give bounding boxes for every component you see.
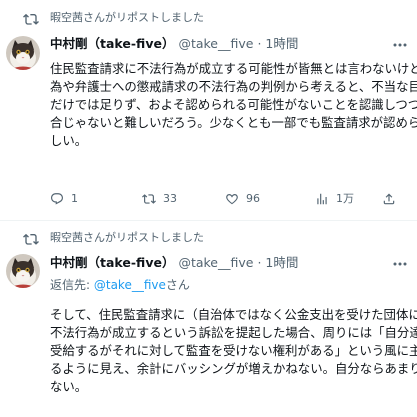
- reply-suffix: さん: [165, 278, 190, 292]
- tweet-card[interactable]: 暇空茜さんがリポストしました 中村剛（take-five） @take__fiv…: [0, 0, 417, 221]
- tweet-body-line: だけでは足りず、およそ認められる可能性がないことを認識しつつやった場: [50, 97, 417, 112]
- retweet-label[interactable]: 暇空茜さんがリポストしました: [50, 230, 204, 246]
- tweet-header: 中村剛（take-five） @take__five · 1時間: [50, 35, 410, 53]
- avatar[interactable]: [6, 36, 40, 70]
- tweet-body-line: そして、住民監査請求に（自治体ではなく公金支出を受けた団体に対して）: [50, 307, 417, 322]
- avatar[interactable]: [6, 254, 40, 288]
- views-button[interactable]: 1万: [315, 190, 354, 208]
- tweet-body-line: 受給するがそれに対して監査を受けない権利がある」という風に主張してい: [50, 343, 417, 358]
- like-count: 96: [246, 192, 260, 205]
- reply-button[interactable]: 1: [50, 190, 78, 208]
- more-icon[interactable]: [391, 36, 409, 54]
- user-handle[interactable]: @take__five: [178, 255, 253, 270]
- tweet-body-line: しい。: [50, 133, 88, 148]
- reply-mention-link[interactable]: @take__five: [94, 278, 166, 292]
- share-icon: [383, 193, 395, 205]
- display-name[interactable]: 中村剛（take-five）: [50, 255, 174, 270]
- retweet-indicator: 暇空茜さんがリポストしました: [0, 10, 417, 26]
- tweet-body-line: 合じゃないと難しいだろう。少なくとも一部でも監査請求が認められたら厳: [50, 115, 417, 130]
- more-icon[interactable]: [391, 255, 409, 273]
- tweet-body-line: 住民監査請求に不法行為が成立する可能性が皆無とは言わないけど、提訴行: [50, 61, 417, 76]
- tweet-body: そして、住民監査請求に（自治体ではなく公金支出を受けた団体に対して） 不法行為が…: [50, 306, 417, 396]
- reply-prefix: 返信先:: [50, 278, 94, 292]
- repost-icon: [142, 194, 156, 204]
- separator-dot: ·: [257, 36, 262, 51]
- reply-count: 1: [71, 192, 78, 205]
- repost-icon: [23, 233, 39, 245]
- timestamp[interactable]: 1時間: [265, 255, 298, 270]
- like-button[interactable]: 96: [225, 190, 260, 208]
- timeline-feed: 暇空茜さんがリポストしました 中村剛（take-five） @take__fiv…: [0, 0, 417, 417]
- user-handle[interactable]: @take__five: [178, 36, 253, 51]
- tweet-body-line: 不法行為が成立するという訴訟を提起した場合、周りには「自分達は公金を: [50, 325, 417, 340]
- display-name[interactable]: 中村剛（take-five）: [50, 36, 174, 51]
- tweet-actions: 1 33 96 1万: [50, 190, 410, 208]
- views-icon: [317, 193, 327, 205]
- separator-dot: ·: [257, 255, 262, 270]
- timestamp[interactable]: 1時間: [265, 36, 298, 51]
- repost-count: 33: [163, 192, 177, 205]
- like-icon: [226, 194, 238, 205]
- retweet-label[interactable]: 暇空茜さんがリポストしました: [50, 10, 204, 26]
- tweet-body-line: るように見え、余計にバッシングが増えかねない。自分ならあまりお勧めし: [50, 361, 417, 376]
- tweet-header: 中村剛（take-five） @take__five · 1時間: [50, 254, 410, 272]
- views-count: 1万: [336, 192, 354, 205]
- avatar-cat-image: [6, 36, 40, 70]
- repost-button[interactable]: 33: [142, 190, 177, 208]
- retweet-indicator: 暇空茜さんがリポストしました: [0, 230, 417, 246]
- tweet-body-line: 為や弁護士への懲戒請求の不法行為の判例から考えると、不当な目的がある: [50, 79, 417, 94]
- reply-context: 返信先: @take__fiveさん: [50, 276, 190, 294]
- share-button[interactable]: [382, 190, 396, 208]
- avatar-cat-image: [6, 254, 40, 288]
- tweet-body: 住民監査請求に不法行為が成立する可能性が皆無とは言わないけど、提訴行 為や弁護士…: [50, 60, 417, 150]
- repost-icon: [23, 13, 39, 25]
- tweet-body-line: ない。: [50, 379, 88, 394]
- tweet-card[interactable]: 暇空茜さんがリポストしました 中村剛（take-five） @take__fiv…: [0, 221, 417, 417]
- reply-icon: [51, 193, 63, 205]
